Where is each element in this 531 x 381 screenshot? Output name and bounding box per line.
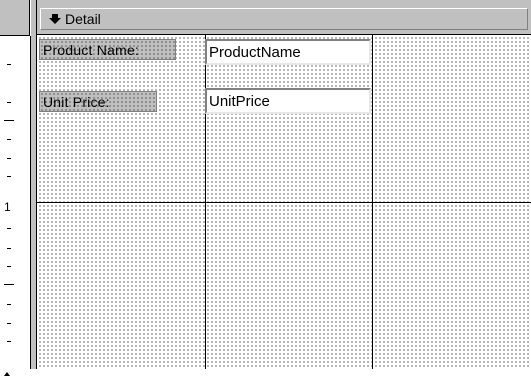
ruler-tick (7, 158, 11, 159)
ruler-tick (7, 64, 11, 65)
ruler-tick (7, 323, 11, 324)
ruler-tick (7, 341, 11, 342)
ruler-corner (0, 0, 30, 36)
ruler-tick (7, 139, 11, 140)
detail-section-bar[interactable]: Detail (40, 8, 528, 30)
product-name-label-text: Product Name: (43, 41, 139, 58)
ruler-end-marker-icon (4, 363, 10, 376)
ruler-tick-half (4, 284, 14, 285)
unit-price-label-text: Unit Price: (43, 93, 110, 110)
ruler-tick (7, 228, 11, 229)
product-name-field[interactable]: ProductName (205, 39, 371, 65)
detail-design-grid[interactable]: Product Name: ProductName Unit Price: Un… (37, 35, 531, 369)
ruler-number: 1 (4, 200, 11, 214)
unit-price-label[interactable]: Unit Price: (39, 91, 157, 112)
ruler-tick (7, 248, 11, 249)
vertical-ruler: 1 (0, 36, 31, 376)
detail-section-header[interactable]: Detail (37, 0, 531, 35)
ruler-tick (7, 266, 11, 267)
grid-line-horizontal (37, 202, 531, 203)
product-name-field-text: ProductName (209, 43, 301, 61)
ruler-tick-half (4, 120, 14, 121)
unit-price-field-text: UnitPrice (209, 92, 270, 110)
product-name-label[interactable]: Product Name: (39, 39, 176, 60)
down-arrow-icon (49, 12, 61, 26)
ruler-tick (7, 176, 11, 177)
ruler-tick (7, 304, 11, 305)
unit-price-field[interactable]: UnitPrice (205, 88, 371, 114)
section-title: Detail (65, 11, 101, 27)
ruler-tick (7, 102, 11, 103)
